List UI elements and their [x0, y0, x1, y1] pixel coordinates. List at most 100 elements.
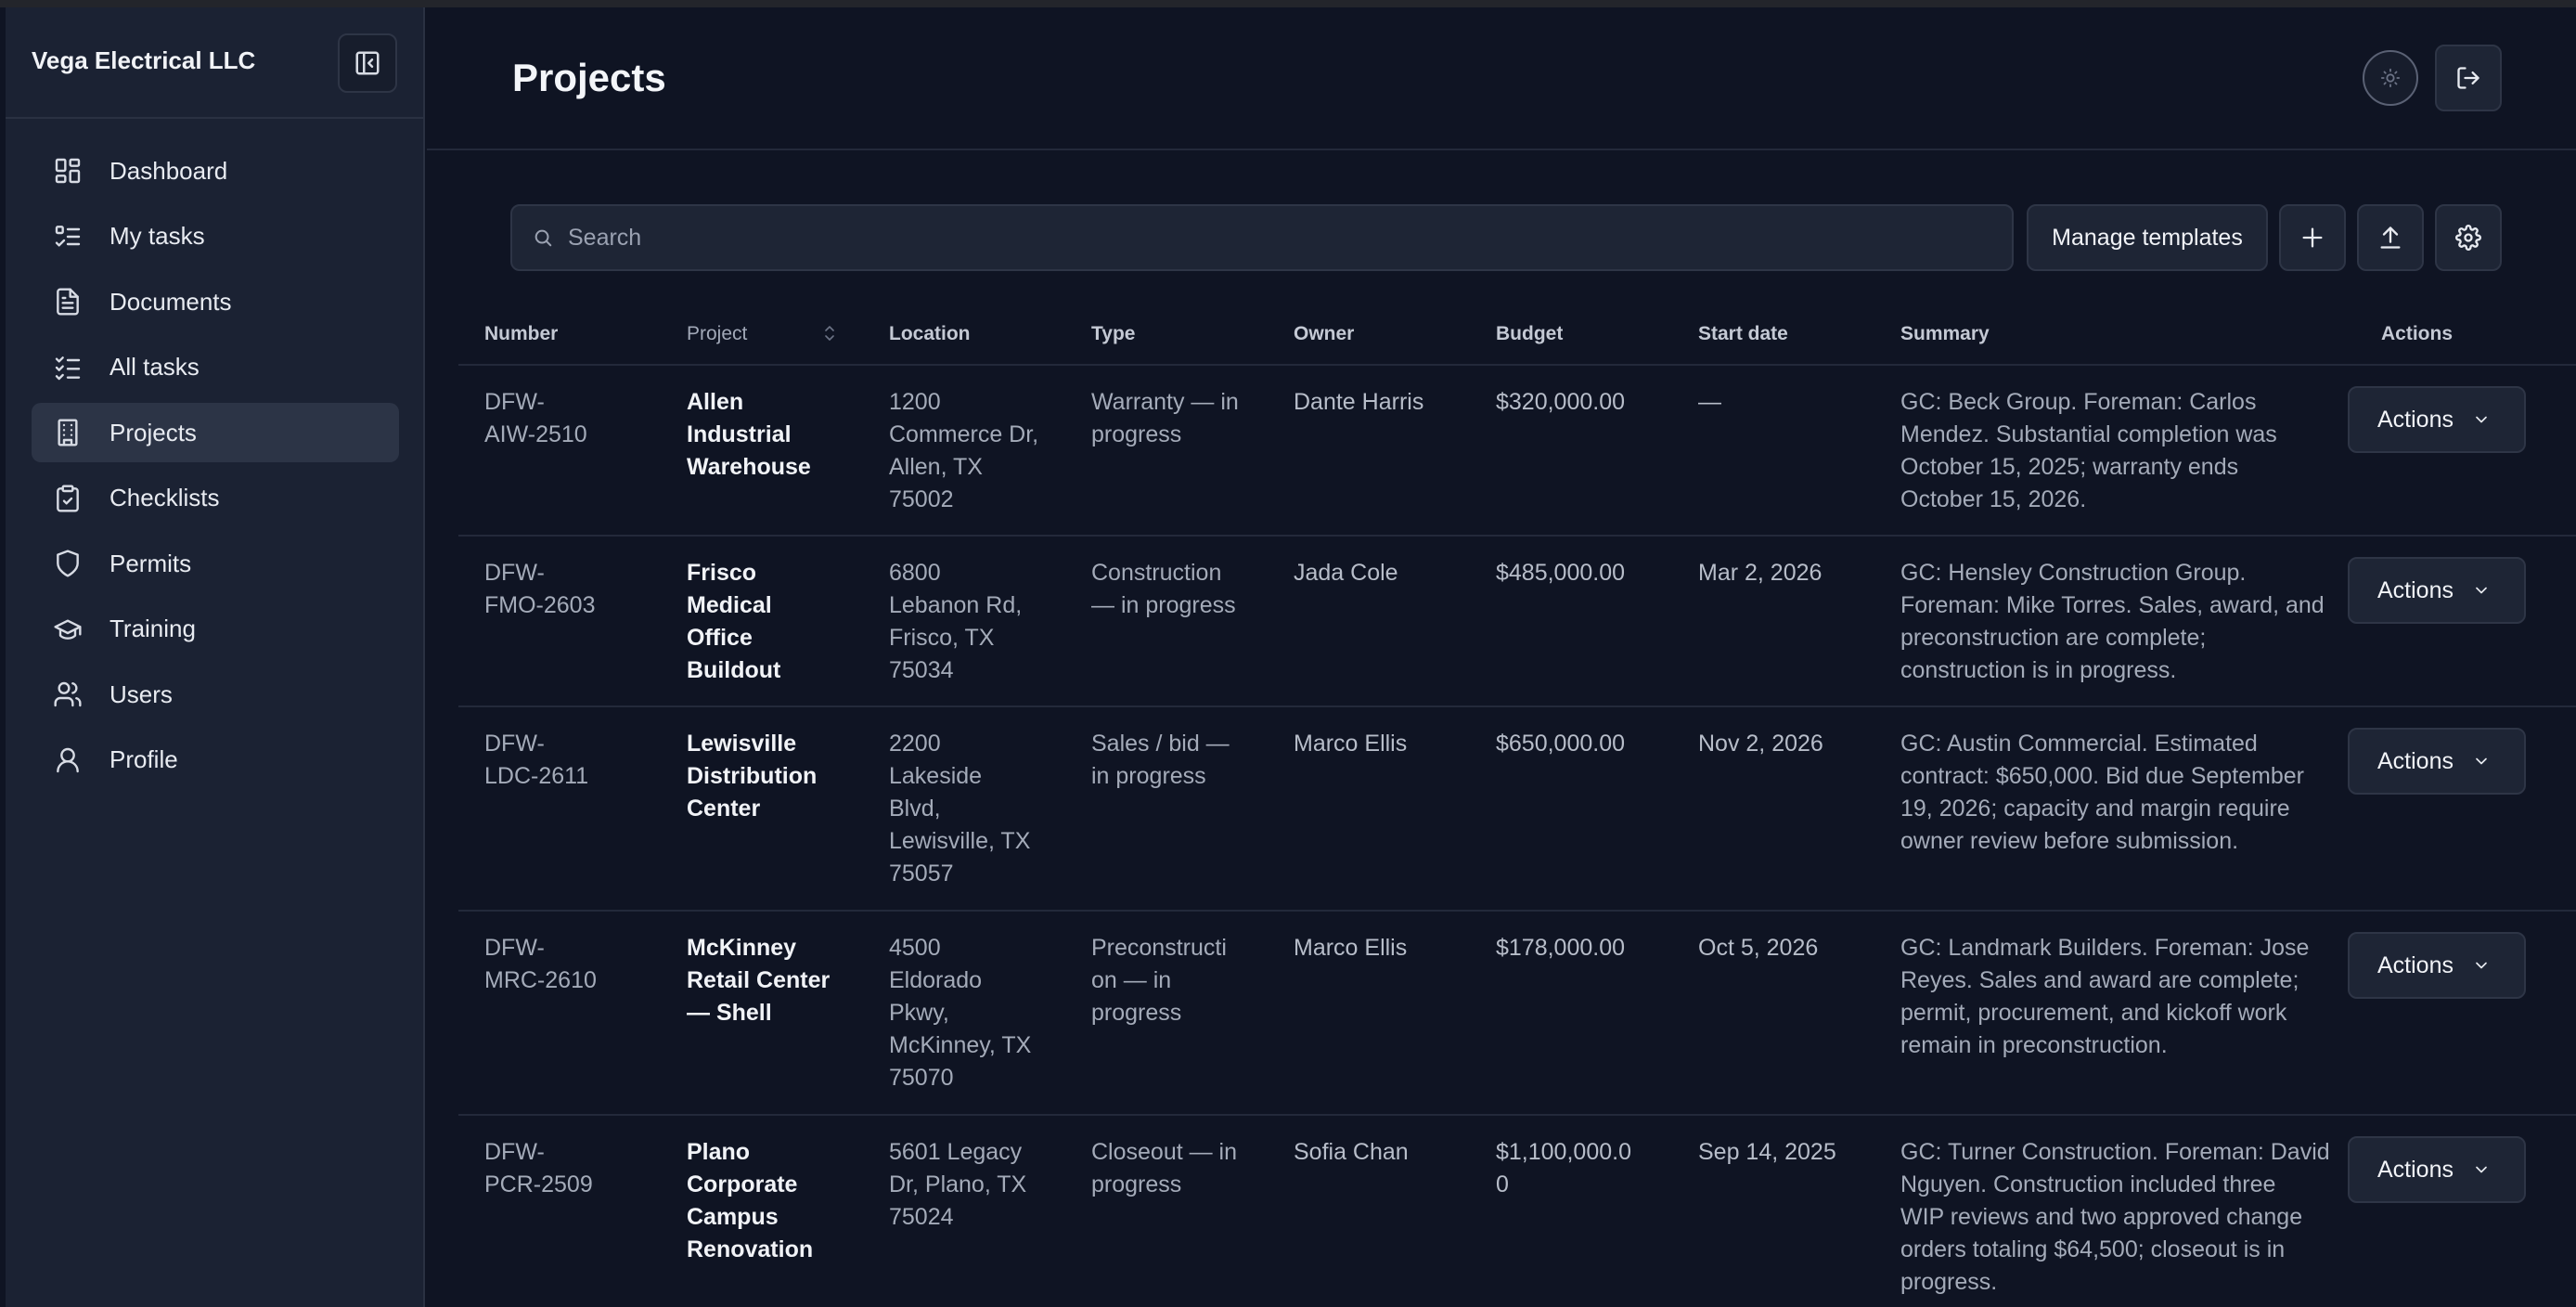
- cell-number: DFW- AIW-2510: [484, 389, 587, 447]
- column-header-project[interactable]: Project: [687, 323, 747, 345]
- sidebar-item-label: Projects: [109, 418, 197, 446]
- cell-location: 1200 Commerce Dr, Allen, TX 75002: [889, 389, 1039, 512]
- page-title: Projects: [512, 56, 666, 99]
- chevron-down-icon: [2472, 410, 2491, 429]
- cell-type: Preconstructi on — in progress: [1091, 935, 1227, 1026]
- sidebar-item-training[interactable]: Training: [32, 600, 399, 659]
- collapse-sidebar-button[interactable]: [338, 33, 397, 93]
- cell-summary: GC: Beck Group. Foreman: Carlos Mendez. …: [1900, 389, 2277, 512]
- cell-start-date: Mar 2, 2026: [1698, 560, 1823, 586]
- sidebar-item-label: All tasks: [109, 353, 200, 381]
- sidebar-item-label: My tasks: [109, 222, 205, 250]
- cell-number: DFW- PCR-2509: [484, 1139, 593, 1197]
- row-actions-button[interactable]: Actions: [2348, 932, 2526, 999]
- row-actions-button[interactable]: Actions: [2348, 1136, 2526, 1203]
- sidebar-item-label: Checklists: [109, 484, 220, 511]
- column-header-owner[interactable]: Owner: [1294, 323, 1354, 345]
- sidebar-item-all-tasks[interactable]: All tasks: [32, 338, 399, 397]
- logout-icon: [2457, 67, 2479, 89]
- cell-budget: $320,000.00: [1496, 389, 1626, 415]
- chevron-down-icon: [2472, 956, 2491, 975]
- add-project-button[interactable]: [2279, 204, 2346, 271]
- settings-button[interactable]: [2435, 204, 2502, 271]
- cell-project: McKinney Retail Center — Shell: [687, 935, 831, 1026]
- document-icon: [52, 286, 84, 317]
- window-top-border: [0, 0, 2576, 7]
- sidebar-nav: Dashboard My tasks Documents All tasks P…: [32, 141, 399, 796]
- cell-owner: Marco Ellis: [1294, 935, 1408, 961]
- cell-budget: $178,000.00: [1496, 935, 1626, 961]
- table-row: DFW- FMO-2603 Frisco Medical Office Build…: [458, 537, 2576, 707]
- sidebar-item-label: Documents: [109, 287, 232, 316]
- users-icon: [52, 679, 84, 710]
- sidebar: Vega Electrical LLC Dashboard My tasks D…: [6, 7, 425, 1307]
- sort-icon[interactable]: [822, 323, 837, 348]
- cell-summary: GC: Turner Construction. Foreman: David …: [1900, 1139, 2330, 1295]
- actions-label: Actions: [2377, 576, 2454, 603]
- sidebar-item-users[interactable]: Users: [32, 665, 399, 724]
- table-header: Number Project Location Type Owner Budge…: [458, 295, 2576, 366]
- chevron-down-icon: [2472, 752, 2491, 770]
- sidebar-item-label: Dashboard: [109, 156, 228, 185]
- manage-templates-button[interactable]: Manage templates: [2027, 204, 2268, 271]
- cell-summary: GC: Landmark Builders. Foreman: Jose Rey…: [1900, 935, 2310, 1058]
- row-actions-button[interactable]: Actions: [2348, 728, 2526, 795]
- building-icon: [52, 417, 84, 448]
- graduation-cap-icon: [52, 614, 84, 645]
- plus-icon: [2302, 227, 2323, 248]
- cell-summary: GC: Hensley Construction Group. Foreman:…: [1900, 560, 2325, 683]
- column-header-type[interactable]: Type: [1091, 323, 1135, 345]
- cell-budget: $650,000.00: [1496, 731, 1626, 757]
- toolbar: Manage templates: [510, 204, 2505, 271]
- table-row: DFW- LDC-2611 Lewisville Distribution Cen…: [458, 707, 2576, 912]
- row-actions-button[interactable]: Actions: [2348, 557, 2526, 624]
- actions-label: Actions: [2377, 951, 2454, 978]
- company-name: Vega Electrical LLC: [32, 46, 256, 74]
- search-input[interactable]: [568, 224, 1960, 252]
- cell-budget: $1,100,000.0 0: [1496, 1139, 1631, 1197]
- logout-button[interactable]: [2435, 45, 2502, 111]
- upload-button[interactable]: [2357, 204, 2424, 271]
- sidebar-item-dashboard[interactable]: Dashboard: [32, 141, 399, 201]
- list-check-icon: [52, 221, 84, 252]
- column-header-number[interactable]: Number: [484, 323, 558, 345]
- cell-project: Frisco Medical Office Buildout: [687, 560, 781, 683]
- shield-icon: [52, 548, 84, 579]
- projects-table: Number Project Location Type Owner Budge…: [458, 295, 2576, 1307]
- column-header-summary[interactable]: Summary: [1900, 323, 1990, 345]
- table-row: DFW- MRC-2610 McKinney Retail Center — Sh…: [458, 912, 2576, 1116]
- sidebar-collapse-icon: [355, 51, 380, 75]
- sun-icon: [2380, 68, 2401, 88]
- checklist-icon: [52, 352, 84, 383]
- cell-type: Sales / bid — in progress: [1091, 731, 1230, 789]
- sidebar-item-checklists[interactable]: Checklists: [32, 469, 399, 528]
- sidebar-item-projects[interactable]: Projects: [32, 403, 399, 462]
- cell-project: Allen Industrial Warehouse: [687, 389, 811, 480]
- cell-start-date: Nov 2, 2026: [1698, 731, 1823, 757]
- sidebar-item-label: Permits: [109, 549, 192, 577]
- sidebar-item-profile[interactable]: Profile: [32, 731, 399, 790]
- sidebar-item-documents[interactable]: Documents: [32, 272, 399, 331]
- row-actions-button[interactable]: Actions: [2348, 386, 2526, 453]
- theme-toggle-button[interactable]: [2363, 50, 2418, 106]
- search-icon: [535, 229, 552, 247]
- column-header-start-date[interactable]: Start date: [1698, 323, 1788, 345]
- sidebar-item-permits[interactable]: Permits: [32, 534, 399, 593]
- cell-project: Plano Corporate Campus Renovation: [687, 1139, 814, 1262]
- chevron-down-icon: [2472, 581, 2491, 600]
- cell-owner: Marco Ellis: [1294, 731, 1408, 757]
- actions-label: Actions: [2377, 1156, 2454, 1183]
- cell-location: 5601 Legacy Dr, Plano, TX 75024: [889, 1139, 1027, 1230]
- cell-summary: GC: Austin Commercial. Estimated contrac…: [1900, 731, 2305, 854]
- clipboard-check-icon: [52, 483, 84, 514]
- actions-label: Actions: [2377, 747, 2454, 774]
- table-body: DFW- AIW-2510 Allen Industrial Warehouse 1…: [458, 366, 2576, 1307]
- cell-start-date: Sep 14, 2025: [1698, 1139, 1836, 1165]
- column-header-budget[interactable]: Budget: [1496, 323, 1563, 345]
- sidebar-item-label: Profile: [109, 745, 178, 773]
- column-header-location[interactable]: Location: [889, 323, 971, 345]
- cell-project: Lewisville Distribution Center: [687, 731, 818, 822]
- chevron-down-icon: [2472, 1160, 2491, 1179]
- cell-number: DFW- FMO-2603: [484, 560, 596, 618]
- sidebar-item-my-tasks[interactable]: My tasks: [32, 207, 399, 266]
